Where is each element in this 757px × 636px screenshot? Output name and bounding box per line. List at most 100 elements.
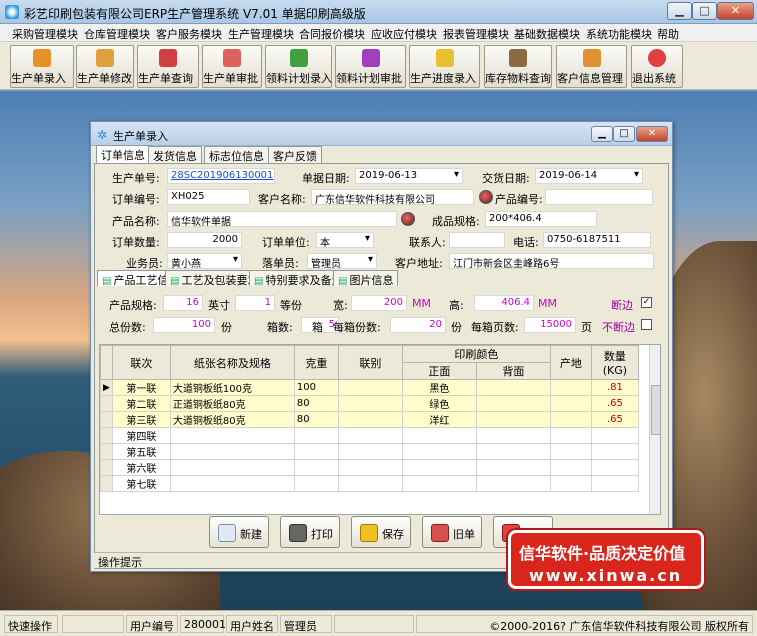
- cell-type[interactable]: [337, 379, 403, 396]
- toolbar-button-inventory[interactable]: 库存物料查询: [484, 45, 552, 88]
- cell-type[interactable]: [337, 443, 403, 460]
- cell-type[interactable]: [337, 459, 403, 476]
- sales-select[interactable]: 黄小燕: [167, 253, 242, 269]
- col-header-paper[interactable]: 纸张名称及规格: [169, 345, 295, 380]
- cell-front[interactable]: 黑色: [401, 379, 477, 396]
- cell-type[interactable]: [337, 427, 403, 444]
- per-box-field[interactable]: 20: [390, 317, 446, 333]
- cell-lian[interactable]: 第四联: [111, 427, 171, 444]
- cell-paper[interactable]: [169, 427, 295, 444]
- height-field[interactable]: 406.4: [474, 295, 534, 311]
- pages-field[interactable]: 15000: [524, 317, 576, 333]
- delivery-picker[interactable]: 2019-06-14: [535, 168, 643, 184]
- minimize-button[interactable]: ▁: [667, 2, 692, 20]
- cell-paper[interactable]: 大道铜板纸100克: [169, 379, 295, 396]
- cell-back[interactable]: [475, 379, 551, 396]
- no-cut-edge-checkbox[interactable]: [641, 319, 652, 330]
- cell-origin[interactable]: [549, 427, 592, 444]
- cell-back[interactable]: [475, 459, 551, 476]
- cell-qty[interactable]: [590, 427, 639, 444]
- qty-field[interactable]: 2000: [167, 232, 242, 248]
- menu-purchase[interactable]: 采购管理模块: [12, 26, 78, 42]
- cell-weight[interactable]: 80: [293, 395, 339, 412]
- cell-lian[interactable]: 第七联: [111, 475, 171, 492]
- col-header-back[interactable]: 背面: [475, 362, 551, 380]
- parts-field[interactable]: 1: [235, 295, 275, 311]
- address-field[interactable]: 江门市新会区圭峰路6号: [449, 253, 654, 269]
- total-field[interactable]: 100: [153, 317, 215, 333]
- toolbar-button-customer[interactable]: 客户信息管理: [556, 45, 627, 88]
- toolbar-button-order-approve[interactable]: 生产单审批: [202, 45, 262, 88]
- cell-qty[interactable]: .65: [590, 395, 639, 412]
- contact-field[interactable]: [449, 232, 505, 248]
- cell-lian[interactable]: 第五联: [111, 443, 171, 460]
- cell-back[interactable]: [475, 427, 551, 444]
- table-row[interactable]: 第四联: [100, 427, 639, 444]
- cell-qty[interactable]: .65: [590, 411, 639, 428]
- toolbar-button-progress-entry[interactable]: 生产进度录入: [409, 45, 480, 88]
- menu-production[interactable]: 生产管理模块: [228, 26, 294, 42]
- cell-weight[interactable]: [293, 443, 339, 460]
- cell-origin[interactable]: [549, 411, 592, 428]
- col-header-qty[interactable]: 数量(KG): [590, 345, 639, 380]
- cell-weight[interactable]: [293, 475, 339, 492]
- cell-origin[interactable]: [549, 395, 592, 412]
- menu-help[interactable]: 帮助: [657, 26, 679, 42]
- close-button[interactable]: ✕: [717, 2, 754, 20]
- col-header-lian[interactable]: 联次: [111, 345, 171, 380]
- customer-field[interactable]: 广东信华软件科技有限公司: [311, 189, 474, 205]
- toolbar-button-exit[interactable]: 退出系统: [631, 45, 683, 88]
- date-picker[interactable]: 2019-06-13: [355, 168, 463, 184]
- cell-type[interactable]: [337, 475, 403, 492]
- cell-weight[interactable]: 80: [293, 411, 339, 428]
- prod-no-field[interactable]: 28SC201906130001: [167, 168, 275, 184]
- order-no-field[interactable]: XH025: [167, 189, 250, 205]
- col-header-color[interactable]: 印刷颜色: [401, 345, 551, 363]
- unit-select[interactable]: 本: [316, 232, 374, 248]
- toolbar-button-order-edit[interactable]: 生产单修改: [76, 45, 134, 88]
- menu-customer-service[interactable]: 客户服务模块: [156, 26, 222, 42]
- subtab-images[interactable]: ▤ 图片信息: [333, 270, 399, 287]
- cell-lian[interactable]: 第三联: [111, 411, 171, 428]
- old-order-button[interactable]: 旧单: [422, 516, 482, 548]
- cell-origin[interactable]: [549, 459, 592, 476]
- phone-field[interactable]: 0750-6187511: [543, 232, 651, 248]
- cell-qty[interactable]: [590, 475, 639, 492]
- cell-lian[interactable]: 第二联: [111, 395, 171, 412]
- table-row[interactable]: ▶ 第一联 大道铜板纸100克 100 黑色 .81: [100, 379, 639, 396]
- product-name-field[interactable]: 信华软件单据: [167, 211, 397, 227]
- cell-paper[interactable]: 正道铜板纸80克: [169, 395, 295, 412]
- tab-flag-info[interactable]: 标志位信息: [204, 146, 269, 163]
- toolbar-button-order-entry[interactable]: 生产单录入: [10, 45, 74, 88]
- cell-back[interactable]: [475, 475, 551, 492]
- table-row[interactable]: 第二联 正道铜板纸80克 80 绿色 .65: [100, 395, 639, 412]
- cell-paper[interactable]: [169, 475, 295, 492]
- maximize-button[interactable]: □: [692, 2, 717, 20]
- cell-back[interactable]: [475, 395, 551, 412]
- cell-lian[interactable]: 第六联: [111, 459, 171, 476]
- width-field[interactable]: 200: [351, 295, 407, 311]
- product-lookup-icon[interactable]: [401, 212, 415, 226]
- save-button[interactable]: 保存: [351, 516, 411, 548]
- cell-weight[interactable]: 100: [293, 379, 339, 396]
- cell-paper[interactable]: [169, 459, 295, 476]
- cell-type[interactable]: [337, 411, 403, 428]
- table-row[interactable]: 第五联: [100, 443, 639, 460]
- col-header-weight[interactable]: 克重: [293, 345, 339, 380]
- tab-customer-feedback[interactable]: 客户反馈: [268, 146, 322, 163]
- table-row[interactable]: 第六联: [100, 459, 639, 476]
- cell-front[interactable]: 绿色: [401, 395, 477, 412]
- toolbar-button-material-entry[interactable]: 领料计划录入: [265, 45, 332, 88]
- cut-edge-checkbox[interactable]: ✓: [641, 297, 652, 308]
- menu-contract[interactable]: 合同报价模块: [299, 26, 365, 42]
- menu-basic-data[interactable]: 基础数据模块: [514, 26, 580, 42]
- col-header-type[interactable]: 联别: [337, 345, 403, 380]
- toolbar-button-material-approve[interactable]: 领料计划审批: [335, 45, 406, 88]
- tab-order-info[interactable]: 订单信息: [96, 145, 150, 163]
- cell-origin[interactable]: [549, 443, 592, 460]
- cell-front[interactable]: [401, 443, 477, 460]
- cell-front[interactable]: 洋红: [401, 411, 477, 428]
- col-header-front[interactable]: 正面: [401, 362, 477, 380]
- clerk-select[interactable]: 管理员: [307, 253, 377, 269]
- cell-weight[interactable]: [293, 427, 339, 444]
